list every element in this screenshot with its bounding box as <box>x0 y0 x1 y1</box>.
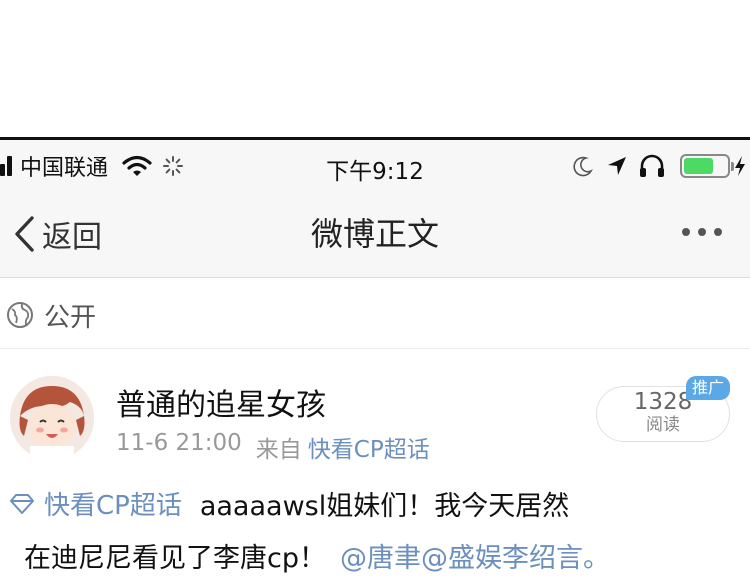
weibo-post: 普通的追星女孩 11-6 21:00 来自 快看CP超话 1328 阅读 推广 … <box>0 350 750 586</box>
visibility-row: 公开 <box>0 279 750 349</box>
post-text-line-1: 快看CP超话 aaaaawsl姐妹们！我今天居然 <box>8 484 569 523</box>
page-title: 微博正文 <box>310 215 439 253</box>
post-date: 11-6 21:00 <box>116 430 242 456</box>
avatar-illustration <box>10 376 94 460</box>
post-source-link[interactable]: 快看CP超话 <box>308 430 430 464</box>
location-icon <box>608 157 626 175</box>
read-label: 阅读 <box>646 415 680 435</box>
avatar[interactable] <box>10 376 94 460</box>
status-bar: 中国联通 下午9:12 <box>0 140 750 192</box>
more-dots-icon[interactable] <box>674 228 722 236</box>
charging-icon <box>735 156 745 176</box>
diamond-icon <box>10 493 34 514</box>
post-meta: 11-6 21:00 来自 快看CP超话 <box>116 430 430 464</box>
status-right <box>572 152 746 180</box>
post-text-line-2: 在迪尼尼看见了李唐cp！ @唐聿@盛娱李绍言。 <box>24 536 610 575</box>
headphone-icon <box>640 154 664 177</box>
visibility-label: 公开 <box>44 303 97 333</box>
moon-icon <box>573 156 594 177</box>
post-via: 来自 <box>255 437 302 463</box>
topic-tag-link[interactable]: 快看CP超话 <box>44 485 182 522</box>
post-text-1: aaaaawsl姐妹们！我今天居然 <box>199 491 570 522</box>
nav-bar: 返回 微博正文 <box>0 192 750 278</box>
post-text-2: 在迪尼尼看见了李唐cp！ <box>24 543 326 574</box>
battery-icon <box>680 154 734 178</box>
globe-icon <box>7 302 33 328</box>
post-username[interactable]: 普通的追星女孩 <box>116 380 326 424</box>
top-blank-area <box>0 0 750 138</box>
mention-links[interactable]: @唐聿@盛娱李绍言。 <box>340 536 610 575</box>
promo-badge: 推广 <box>686 376 731 400</box>
